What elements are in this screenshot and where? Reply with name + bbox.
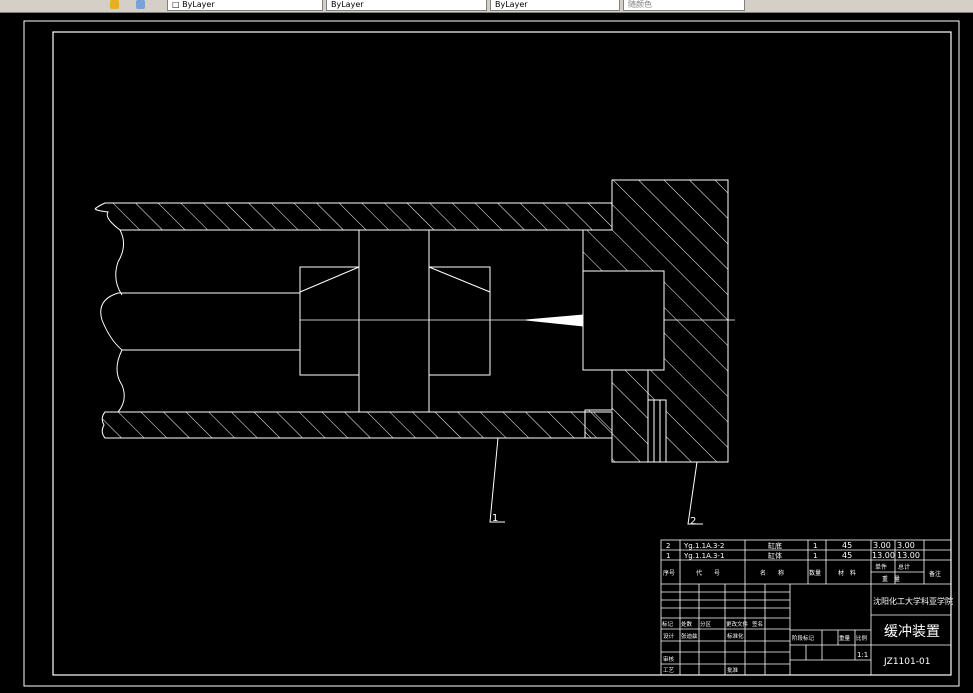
svg-text:标记: 标记 <box>662 620 674 628</box>
layer-icon[interactable] <box>136 0 145 9</box>
svg-text:比例: 比例 <box>856 634 868 642</box>
plotstyle-dropdown[interactable]: 随颜色 <box>623 0 745 11</box>
row-1-name: 缸体 <box>768 551 782 560</box>
svg-text:处数: 处数 <box>681 620 693 628</box>
svg-text:阶段标记: 阶段标记 <box>792 634 815 642</box>
layer-state-icon[interactable] <box>110 0 119 9</box>
svg-text:重量: 重量 <box>839 634 851 642</box>
row-2-material: 45 <box>842 541 852 550</box>
scale-value: 1:1 <box>857 651 868 659</box>
header-remark: 备注 <box>929 570 941 578</box>
row-2-total-weight: 3.00 <box>897 541 915 550</box>
drawing-number: JZ1101-01 <box>883 657 930 667</box>
row-2-no: 2 <box>666 542 670 550</box>
svg-text:设计: 设计 <box>663 632 675 640</box>
inner-frame <box>52 31 952 676</box>
row-1-unit-weight: 13.00 <box>872 551 895 560</box>
callout-2: 2 <box>690 516 696 527</box>
row-2-qty: 1 <box>813 542 817 550</box>
cad-drawing-canvas[interactable]: 1 2 2 Yg.1.1A.3-2 缸底 1 45 3.00 3.00 1 Yg… <box>0 12 973 693</box>
title-block <box>660 539 952 676</box>
header-unit: 单件 <box>875 563 887 571</box>
lineweight-dropdown[interactable]: ByLayer <box>490 0 620 11</box>
header-qty: 数量 <box>809 569 821 577</box>
svg-text:审核: 审核 <box>663 655 675 663</box>
svg-text:批准: 批准 <box>727 666 739 674</box>
row-2-code: Yg.1.1A.3-2 <box>683 542 724 550</box>
row-1-code: Yg.1.1A.3-1 <box>683 552 724 560</box>
color-dropdown[interactable]: □ ByLayer <box>167 0 323 11</box>
svg-text:签名: 签名 <box>752 620 763 628</box>
row-1-qty: 1 <box>813 552 817 560</box>
outer-frame <box>23 20 960 687</box>
header-total: 总计 <box>898 563 910 571</box>
row-2-unit-weight: 3.00 <box>873 541 891 550</box>
header-material: 材 料 <box>838 569 856 577</box>
piston <box>299 229 491 413</box>
row-1-no: 1 <box>666 552 670 560</box>
title-block-text: 2 Yg.1.1A.3-2 缸底 1 45 3.00 3.00 1 Yg.1.1… <box>662 541 953 674</box>
school-name: 沈阳化工大学科亚学院 <box>873 596 953 606</box>
svg-text:标准化: 标准化 <box>727 632 744 640</box>
callout-1: 1 <box>492 513 498 524</box>
header-no: 序号 <box>663 569 675 577</box>
header-name: 名 称 <box>760 569 784 577</box>
row-2-name: 缸底 <box>768 541 782 550</box>
header-code: 代 号 <box>696 569 720 577</box>
drawing-title: 缓冲装置 <box>884 624 940 640</box>
svg-text:更改文件: 更改文件 <box>726 620 749 628</box>
svg-text:张迪兹: 张迪兹 <box>681 632 698 640</box>
row-1-total-weight: 13.00 <box>897 551 920 560</box>
header-weight: 重 量 <box>882 575 900 583</box>
svg-text:分区: 分区 <box>700 620 712 628</box>
buffer-cone <box>525 314 584 327</box>
linetype-dropdown[interactable]: ByLayer <box>326 0 487 11</box>
svg-text:工艺: 工艺 <box>663 667 675 674</box>
piston-rod <box>100 292 300 351</box>
row-1-material: 45 <box>842 551 852 560</box>
